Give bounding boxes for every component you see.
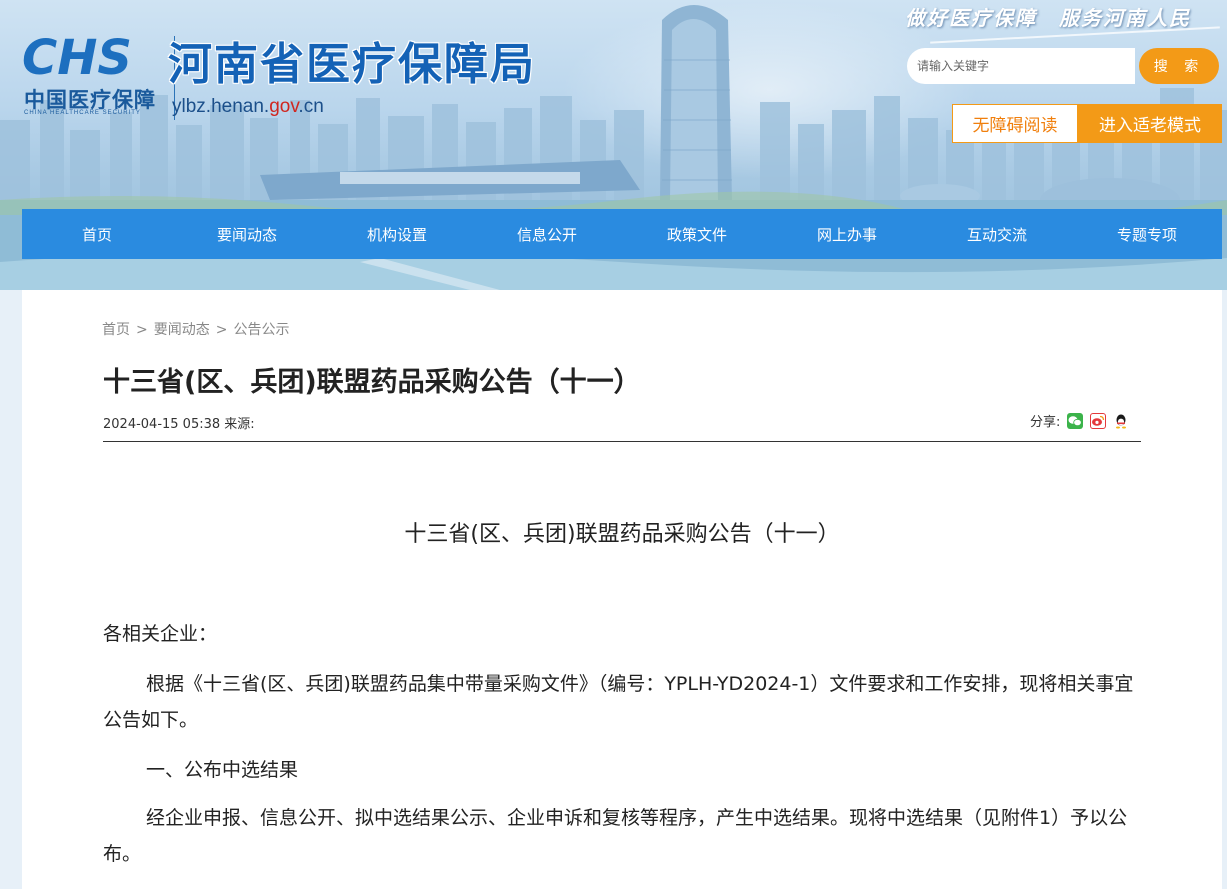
main-nav: 首页 要闻动态 机构设置 信息公开 政策文件 网上办事 互动交流 专题专项 (22, 209, 1222, 259)
slogan: 做好医疗保障 服务河南人民 (905, 6, 1191, 30)
nav-item-news[interactable]: 要闻动态 (172, 209, 322, 259)
body-paragraph: 经企业申报、信息公开、拟中选结果公示、企业申诉和复核等程序，产生中选结果。现将中… (103, 807, 1128, 865)
domain-gov: gov (269, 96, 299, 117)
body-paragraph: 根据《十三省(区、兵团)联盟药品集中带量采购文件》（编号：YPLH-YD2024… (103, 673, 1134, 731)
nav-item-home[interactable]: 首页 (22, 209, 172, 259)
breadcrumb-home[interactable]: 首页 (102, 322, 130, 338)
svg-text:CHS: CHS (22, 32, 132, 84)
breadcrumb: 首页 > 要闻动态 > 公告公示 (102, 319, 289, 339)
qq-icon[interactable] (1113, 412, 1130, 429)
elder-mode-button[interactable]: 进入适老模式 (1078, 104, 1222, 143)
nav-item-organization[interactable]: 机构设置 (322, 209, 472, 259)
search-button[interactable]: 搜 索 (1139, 48, 1219, 84)
article-panel: 首页 > 要闻动态 > 公告公示 十三省(区、兵团)联盟药品采购公告（十一） 2024-… (22, 290, 1222, 889)
page-title: 十三省(区、兵团)联盟药品采购公告（十一） (103, 367, 641, 398)
nav-item-special-topics[interactable]: 专题专项 (1072, 209, 1222, 259)
weibo-icon[interactable] (1090, 412, 1107, 429)
article-meta: 2024-04-15 05:38 来源: (103, 417, 255, 432)
wechat-icon[interactable] (1067, 412, 1084, 429)
nav-item-interaction[interactable]: 互动交流 (922, 209, 1072, 259)
breadcrumb-news[interactable]: 要闻动态 (154, 322, 210, 338)
section-heading: 一、公布中选结果 (146, 759, 299, 781)
domain-prefix: ylbz.henan. (172, 96, 270, 117)
site-title: 河南省医疗保障局 (168, 39, 536, 90)
accessible-reading-button[interactable]: 无障碍阅读 (952, 104, 1078, 143)
domain-suffix: .cn (298, 96, 324, 117)
breadcrumb-announcements[interactable]: 公告公示 (233, 322, 289, 338)
share-bar: 分享: (1030, 411, 1130, 430)
chs-logo-subtitle: CHINA HEALTHCARE SECURITY (24, 110, 141, 116)
search-input[interactable] (907, 48, 1135, 84)
site-domain: ylbz.henan.gov.cn (172, 96, 324, 118)
chs-logo-mark: CHS (22, 32, 132, 84)
nav-item-info-disclosure[interactable]: 信息公开 (472, 209, 622, 259)
breadcrumb-separator: > (136, 322, 148, 338)
share-label: 分享: (1030, 415, 1061, 430)
breadcrumb-separator: > (215, 322, 228, 338)
document-heading: 十三省(区、兵团)联盟药品采购公告（十一） (404, 522, 840, 547)
greeting-paragraph: 各相关企业： (103, 623, 218, 645)
title-divider (103, 441, 1141, 442)
nav-item-online-service[interactable]: 网上办事 (772, 209, 922, 259)
nav-item-policy[interactable]: 政策文件 (622, 209, 772, 259)
